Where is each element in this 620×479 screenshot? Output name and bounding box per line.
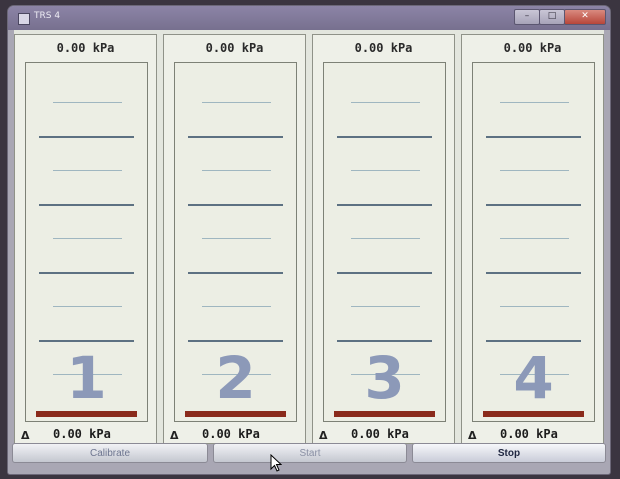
- gauge-major-line: [486, 340, 581, 342]
- gauge-minor-line: [500, 170, 569, 171]
- gauge-minor-line: [351, 238, 420, 239]
- gauge-major-line: [188, 204, 283, 206]
- channel-panel-1: 0.00 kPa 1 Δ 0.00 kPa: [14, 34, 157, 444]
- stop-button[interactable]: Stop: [412, 443, 606, 463]
- gauge-major-line: [39, 204, 134, 206]
- channel-number: 1: [66, 344, 107, 412]
- gauge-major-line: [188, 136, 283, 138]
- gauge-major-line: [486, 204, 581, 206]
- gauge-minor-line: [202, 170, 271, 171]
- channel-number: 2: [215, 344, 256, 412]
- channel-panel-4: 0.00 kPa 4 Δ 0.00 kPa: [461, 34, 604, 444]
- gauge-minor-line: [500, 238, 569, 239]
- mouse-cursor-icon: [270, 454, 282, 472]
- delta-reading: 0.00 kPa: [202, 427, 260, 441]
- gauge-minor-line: [53, 306, 122, 307]
- channel-panel-2: 0.00 kPa 2 Δ 0.00 kPa: [163, 34, 306, 444]
- pressure-reading: 0.00 kPa: [503, 41, 562, 55]
- gauge-minor-line: [500, 306, 569, 307]
- level-bar: [483, 411, 584, 417]
- gauge-minor-line: [351, 170, 420, 171]
- delta-icon: Δ: [170, 429, 179, 442]
- gauge-minor-line: [202, 102, 271, 103]
- pressure-reading: 0.00 kPa: [56, 41, 115, 55]
- gauge-minor-line: [351, 306, 420, 307]
- gauge-major-line: [188, 340, 283, 342]
- level-bar: [334, 411, 435, 417]
- client-area: 0.00 kPa 1 Δ 0.00 kPa 0.00 kPa 2 Δ 0.00 …: [14, 30, 604, 444]
- delta-reading: 0.00 kPa: [500, 427, 558, 441]
- gauge-minor-line: [202, 238, 271, 239]
- delta-reading: 0.00 kPa: [53, 427, 111, 441]
- gauge-major-line: [39, 272, 134, 274]
- channel-number: 3: [364, 344, 405, 412]
- gauge-major-line: [486, 136, 581, 138]
- gauge-minor-line: [351, 102, 420, 103]
- maximize-button[interactable]: □: [539, 9, 565, 25]
- gauge-major-line: [337, 136, 432, 138]
- gauge-major-line: [39, 340, 134, 342]
- pressure-gauge: 1: [25, 62, 148, 422]
- delta-icon: Δ: [21, 429, 30, 442]
- gauge-major-line: [486, 272, 581, 274]
- gauge-major-line: [337, 272, 432, 274]
- pressure-reading: 0.00 kPa: [354, 41, 413, 55]
- gauge-major-line: [337, 340, 432, 342]
- delta-reading: 0.00 kPa: [351, 427, 409, 441]
- window-title: TRS 4: [34, 11, 61, 21]
- pressure-gauge: 3: [323, 62, 446, 422]
- gauge-major-line: [337, 204, 432, 206]
- pressure-reading: 0.00 kPa: [205, 41, 264, 55]
- pressure-gauge: 2: [174, 62, 297, 422]
- channel-panel-3: 0.00 kPa 3 Δ 0.00 kPa: [312, 34, 455, 444]
- gauge-major-line: [188, 272, 283, 274]
- start-button[interactable]: Start: [213, 443, 407, 463]
- calibrate-button[interactable]: Calibrate: [12, 443, 208, 463]
- gauge-minor-line: [53, 238, 122, 239]
- gauge-minor-line: [202, 306, 271, 307]
- delta-icon: Δ: [468, 429, 477, 442]
- app-icon[interactable]: [18, 13, 30, 25]
- level-bar: [185, 411, 286, 417]
- gauge-minor-line: [53, 170, 122, 171]
- gauge-major-line: [39, 136, 134, 138]
- delta-icon: Δ: [319, 429, 328, 442]
- level-bar: [36, 411, 137, 417]
- title-bar[interactable]: TRS 4 – □ ✕: [8, 6, 610, 30]
- gauge-minor-line: [53, 102, 122, 103]
- pressure-gauge: 4: [472, 62, 595, 422]
- channel-number: 4: [513, 344, 554, 412]
- minimize-button[interactable]: –: [514, 9, 540, 25]
- close-button[interactable]: ✕: [564, 9, 606, 25]
- gauge-minor-line: [500, 102, 569, 103]
